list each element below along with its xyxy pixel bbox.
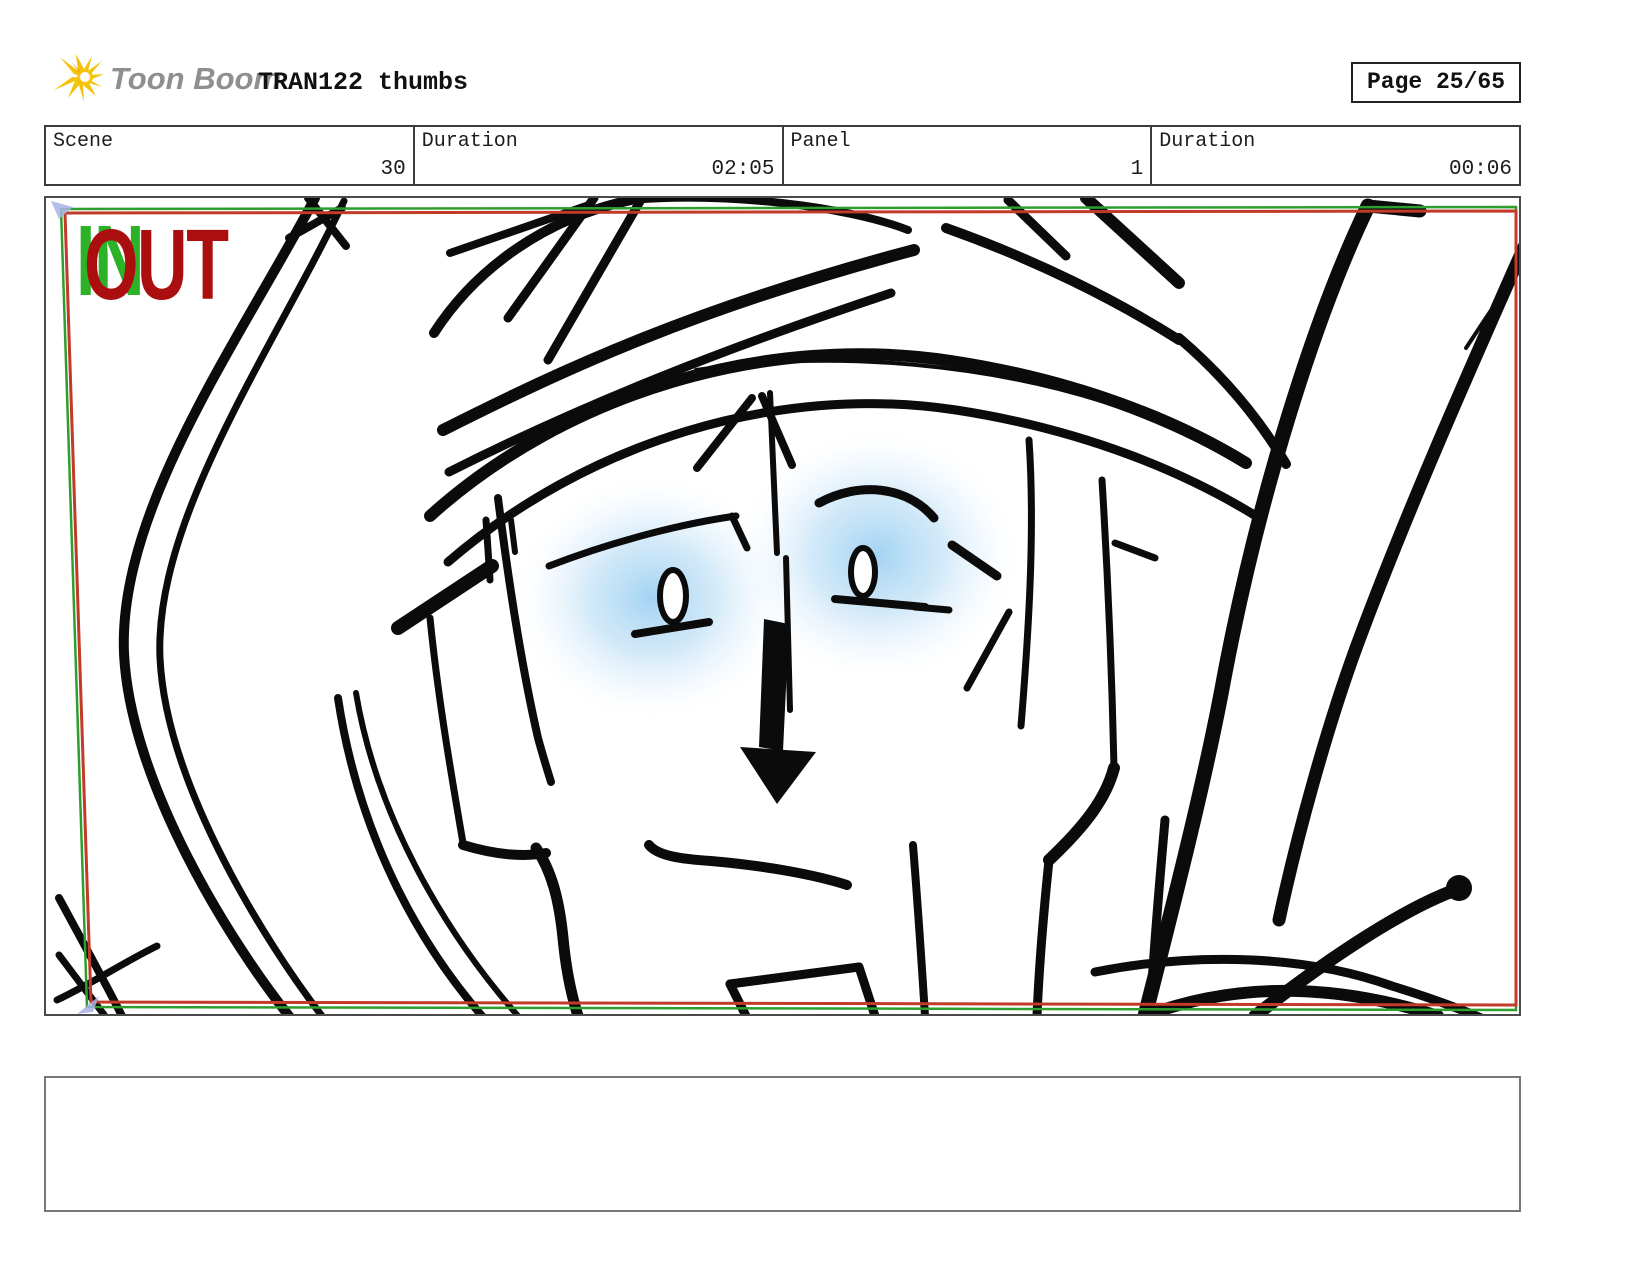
storyboard-export-page: Toon Boom TRAN122 thumbs Page 25/65 Scen…: [0, 0, 1648, 1276]
caption-box: [44, 1076, 1521, 1212]
panel-number-cell: Panel 1: [784, 127, 1153, 184]
page-number-badge: Page 25/65: [1351, 62, 1521, 103]
panel-number-label: Panel: [791, 130, 851, 153]
left-eye-pupil: [660, 570, 686, 622]
document-title: TRAN122 thumbs: [258, 68, 468, 97]
storyboard-panel: IN OUT: [44, 196, 1521, 1016]
right-eye-pupil: [851, 548, 875, 596]
scene-value: 30: [381, 158, 406, 181]
down-arrow-head: [740, 747, 816, 804]
page-header: Toon Boom TRAN122 thumbs Page 25/65: [44, 52, 1521, 112]
panel-duration-label: Duration: [1159, 130, 1255, 153]
toonboom-starburst-icon: [52, 54, 104, 104]
panel-duration-value: 00:06: [1449, 158, 1512, 181]
panel-number-value: 1: [1131, 158, 1144, 181]
character-sketch-strokes: [57, 198, 1519, 1014]
down-arrow-shaft: [759, 619, 789, 751]
storyboard-sketch: [46, 198, 1519, 1014]
scene-duration-value: 02:05: [711, 158, 774, 181]
panel-duration-cell: Duration 00:06: [1152, 127, 1519, 184]
toonboom-logo: Toon Boom: [52, 54, 281, 104]
scene-duration-cell: Duration 02:05: [415, 127, 784, 184]
scene-duration-label: Duration: [422, 130, 518, 153]
panel-info-table: Scene 30 Duration 02:05 Panel 1 Duration…: [44, 125, 1521, 186]
toonboom-logo-text: Toon Boom: [110, 61, 281, 97]
scene-label: Scene: [53, 130, 113, 153]
scene-cell: Scene 30: [46, 127, 415, 184]
